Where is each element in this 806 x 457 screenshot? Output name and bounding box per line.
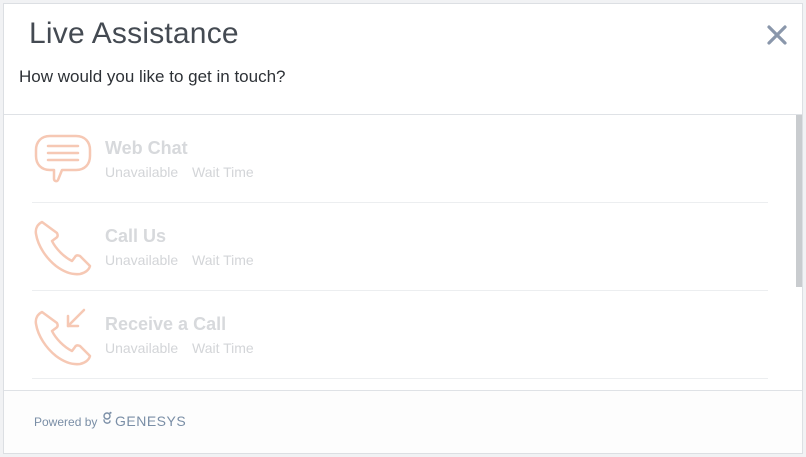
chat-bubble-icon xyxy=(32,130,94,190)
genesys-brand[interactable]: GENESYS xyxy=(115,413,186,429)
genesys-logo-icon xyxy=(101,411,113,427)
option-wait-time: Wait Time xyxy=(192,340,254,356)
dialog-footer: Powered by GENESYS xyxy=(4,390,802,453)
option-call-us[interactable]: Call Us Unavailable Wait Time xyxy=(32,203,768,291)
powered-by-label: Powered by xyxy=(34,415,98,429)
close-icon[interactable] xyxy=(766,24,788,46)
option-status: Unavailable xyxy=(105,164,179,180)
option-status: Unavailable xyxy=(105,252,179,268)
live-assistance-dialog: Live Assistance How would you like to ge… xyxy=(3,3,803,454)
option-status: Unavailable xyxy=(105,340,179,356)
option-wait-time: Wait Time xyxy=(192,164,254,180)
phone-icon xyxy=(32,218,94,278)
scrollbar[interactable] xyxy=(796,115,802,287)
option-title: Call Us xyxy=(105,226,167,246)
phone-incoming-icon xyxy=(32,306,94,366)
contact-options-list: Web Chat Unavailable Wait Time Call Us U… xyxy=(4,115,802,392)
option-title: Web Chat xyxy=(105,138,188,158)
dialog-header: Live Assistance How would you like to ge… xyxy=(4,4,802,115)
dialog-title: Live Assistance xyxy=(29,17,239,50)
option-receive-call[interactable]: Receive a Call Unavailable Wait Time xyxy=(32,291,768,379)
option-web-chat[interactable]: Web Chat Unavailable Wait Time xyxy=(32,115,768,203)
dialog-subtitle: How would you like to get in touch? xyxy=(19,67,286,86)
option-wait-time: Wait Time xyxy=(192,252,254,268)
option-title: Receive a Call xyxy=(105,314,227,334)
